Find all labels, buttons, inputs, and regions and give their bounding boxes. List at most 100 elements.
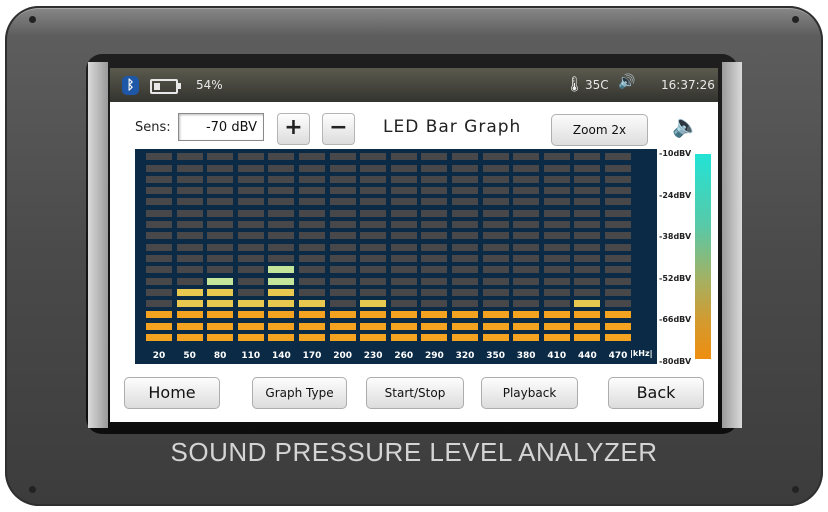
bluetooth-icon[interactable]: ᛒ xyxy=(122,76,139,95)
led-segment xyxy=(452,322,478,330)
y-tick-label: -52dBV xyxy=(659,273,692,283)
led-segment xyxy=(299,198,325,206)
led-segment xyxy=(574,254,601,262)
temperature-readout: 35C xyxy=(585,78,609,92)
graph-type-button[interactable]: Graph Type xyxy=(252,377,347,409)
led-segment xyxy=(513,164,540,172)
led-segment xyxy=(574,288,601,296)
led-segment xyxy=(605,175,631,183)
led-segment xyxy=(574,221,601,228)
led-segment xyxy=(513,288,540,296)
led-segment xyxy=(605,232,631,240)
y-tick-label: -66dBV xyxy=(659,315,692,324)
led-segment xyxy=(390,153,417,161)
led-segment xyxy=(299,153,325,161)
led-segment xyxy=(574,187,601,195)
led-segment xyxy=(390,288,417,296)
led-segment xyxy=(452,164,478,172)
led-segment xyxy=(452,288,478,296)
led-segment xyxy=(574,334,601,341)
screw xyxy=(792,16,799,23)
led-segment xyxy=(268,311,295,319)
led-segment xyxy=(574,277,601,285)
led-segment xyxy=(543,288,570,296)
plus-button[interactable]: + xyxy=(277,113,310,145)
led-segment xyxy=(176,288,203,296)
led-segment xyxy=(513,334,540,341)
zoom-button[interactable]: Zoom 2x xyxy=(551,114,648,146)
led-segment xyxy=(574,175,601,183)
led-segment xyxy=(176,277,203,285)
led-segment xyxy=(482,221,509,228)
led-segment xyxy=(329,266,356,274)
led-segment xyxy=(268,164,295,172)
led-segment xyxy=(482,164,509,172)
led-segment xyxy=(237,232,264,240)
minus-button[interactable]: − xyxy=(322,113,355,145)
led-segment xyxy=(146,232,172,240)
led-segment xyxy=(146,300,172,308)
led-segment xyxy=(452,175,478,183)
led-segment xyxy=(360,277,387,285)
led-segment xyxy=(452,198,478,206)
start-stop-button[interactable]: Start/Stop xyxy=(366,377,464,409)
led-segment xyxy=(207,198,234,206)
led-segment xyxy=(329,277,356,285)
led-segment xyxy=(268,277,295,285)
y-tick-label: -10dBV xyxy=(659,149,692,158)
led-segment xyxy=(360,221,387,228)
led-segment xyxy=(390,334,417,341)
led-segment xyxy=(207,300,234,308)
led-segment xyxy=(207,221,234,228)
volume-icon[interactable]: 🔊 xyxy=(618,74,635,90)
led-segment xyxy=(207,243,234,251)
led-segment xyxy=(543,187,570,195)
led-segment xyxy=(146,288,172,296)
led-segment xyxy=(605,164,631,172)
playback-button[interactable]: Playback xyxy=(481,377,578,409)
led-segment xyxy=(207,164,234,172)
led-segment xyxy=(360,175,387,183)
sens-label: Sens: xyxy=(135,120,171,135)
led-segment xyxy=(513,322,540,330)
led-segment xyxy=(146,334,172,341)
led-segment xyxy=(237,288,264,296)
led-segment xyxy=(329,153,356,161)
led-segment xyxy=(268,334,295,341)
led-segment xyxy=(329,334,356,341)
led-segment xyxy=(329,209,356,217)
led-segment xyxy=(268,221,295,228)
led-segment xyxy=(176,300,203,308)
clock: 16:37:26 xyxy=(661,78,715,92)
led-segment xyxy=(513,311,540,319)
led-segment xyxy=(146,322,172,330)
led-segment xyxy=(543,232,570,240)
sens-input[interactable]: -70 dBV xyxy=(178,113,264,141)
led-segment xyxy=(360,153,387,161)
led-segment xyxy=(146,187,172,195)
led-segment xyxy=(299,334,325,341)
led-segment xyxy=(543,209,570,217)
back-button[interactable]: Back xyxy=(608,377,704,409)
status-bar: ᛒ 54% 🌡 35C 🔊 16:37:26 xyxy=(110,68,718,102)
led-segment xyxy=(543,164,570,172)
led-segment xyxy=(360,187,387,195)
led-segment xyxy=(237,198,264,206)
led-segment xyxy=(543,266,570,274)
led-segment xyxy=(421,334,448,341)
led-segment xyxy=(299,232,325,240)
led-segment xyxy=(513,198,540,206)
led-segment xyxy=(543,322,570,330)
led-segment xyxy=(513,175,540,183)
led-segment xyxy=(237,311,264,319)
led-segment xyxy=(176,164,203,172)
led-segment xyxy=(176,209,203,217)
led-segment xyxy=(360,198,387,206)
led-segment xyxy=(605,198,631,206)
screw xyxy=(29,16,36,23)
home-button[interactable]: Home xyxy=(124,377,220,409)
speaker-icon[interactable]: 🔈 xyxy=(672,114,699,139)
led-segment xyxy=(605,334,631,341)
led-segment xyxy=(605,311,631,319)
led-segment xyxy=(452,311,478,319)
